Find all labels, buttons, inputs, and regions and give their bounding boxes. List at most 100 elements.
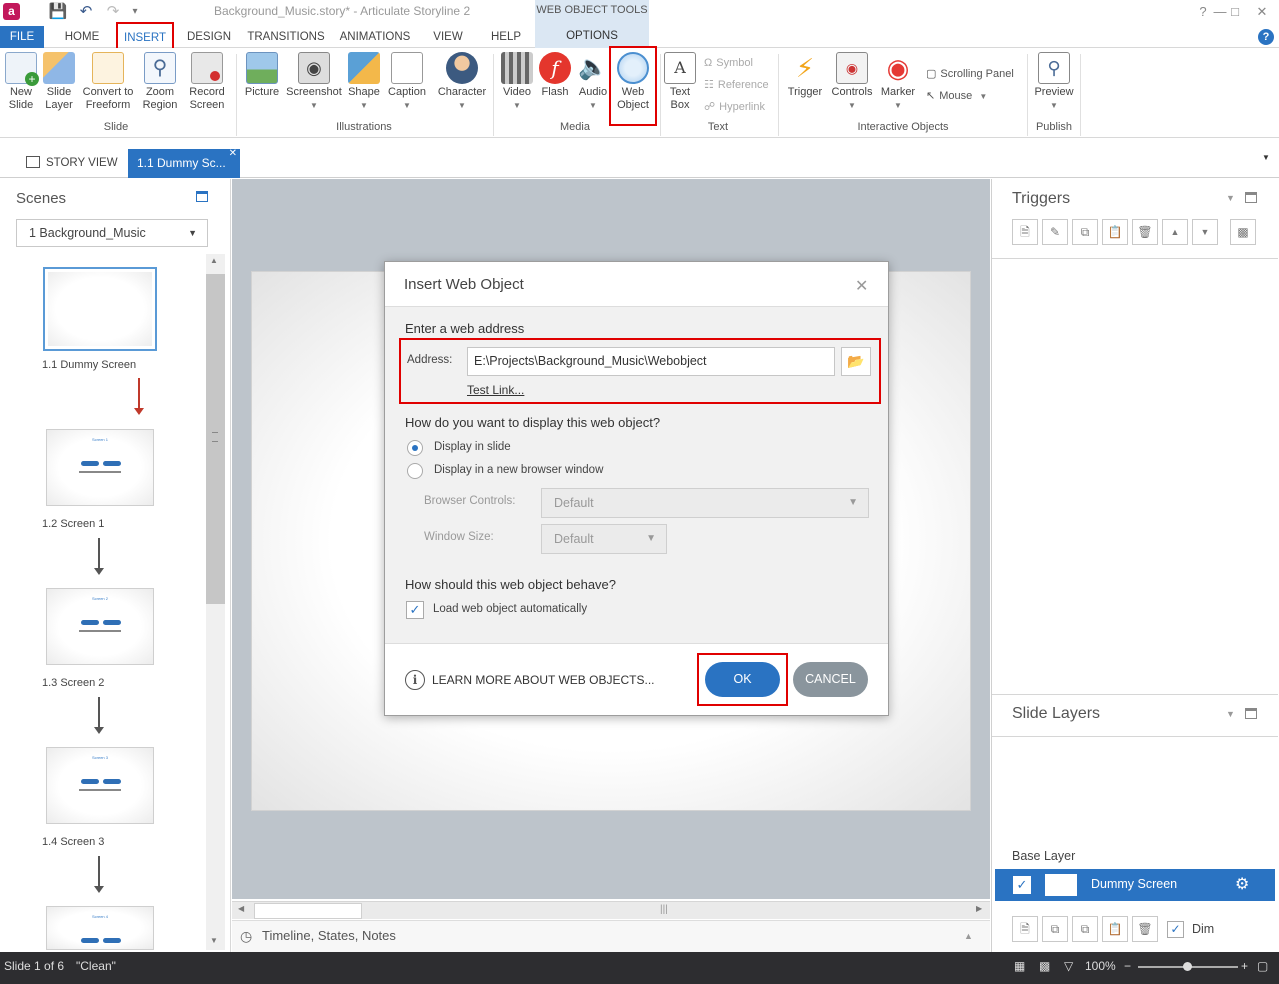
slide-thumbnail[interactable]: Screen 2 xyxy=(46,588,154,665)
zoom-out-icon[interactable]: − xyxy=(1124,952,1131,980)
scroll-right-icon[interactable]: ▶ xyxy=(976,904,982,913)
triggers-collapse-icon[interactable]: ▼ xyxy=(1226,193,1235,203)
zoom-region-button[interactable]: ⚲ Zoom Region xyxy=(140,52,180,122)
radio-display-in-slide[interactable] xyxy=(407,440,423,456)
character-button[interactable]: Character ▼ xyxy=(435,52,489,122)
reference-button[interactable]: ☷ Reference xyxy=(704,76,769,94)
scrolling-panel-button[interactable]: ▢ Scrolling Panel xyxy=(926,65,1014,83)
new-layer-button[interactable]: 🗎 xyxy=(1012,916,1038,942)
expand-timeline-icon[interactable]: ▲ xyxy=(964,921,973,951)
tab-home[interactable]: HOME xyxy=(58,26,106,48)
timeline-bar[interactable]: ◷ Timeline, States, Notes ▲ xyxy=(232,920,990,952)
radio-new-window[interactable] xyxy=(407,463,423,479)
triggers-restore-icon[interactable] xyxy=(1245,192,1257,203)
fit-to-window-icon[interactable]: ▢ xyxy=(1257,952,1268,980)
canvas-horizontal-scrollbar[interactable]: ◀ ▶ ||| xyxy=(232,901,990,919)
tab-view[interactable]: VIEW xyxy=(428,26,468,48)
dim-checkbox[interactable]: ✓ xyxy=(1167,921,1184,938)
player-triggers-button[interactable]: ▩ xyxy=(1230,219,1256,245)
shape-button[interactable]: Shape ▼ xyxy=(346,52,382,122)
scene-dropdown[interactable]: 1 Background_Music ▼ xyxy=(16,219,208,247)
flash-button[interactable]: f Flash xyxy=(537,52,573,122)
copy-trigger-button[interactable]: ⧉ xyxy=(1072,219,1098,245)
gear-icon[interactable]: ⚙ xyxy=(1235,874,1249,894)
address-input[interactable]: E:\Projects\Background_Music\Webobject xyxy=(467,347,835,376)
move-up-button[interactable]: ▲ xyxy=(1162,219,1188,245)
scroll-down-icon[interactable]: ▼ xyxy=(210,936,218,945)
scroll-up-icon[interactable]: ▲ xyxy=(210,256,218,265)
zoom-in-icon[interactable]: + xyxy=(1241,952,1248,980)
slide-thumbnail[interactable] xyxy=(43,267,157,351)
tab-current-slide[interactable]: 1.1 Dummy Sc... ✕ xyxy=(128,148,240,178)
panel-resize-grip[interactable] xyxy=(212,432,218,442)
ok-button[interactable]: OK xyxy=(705,662,780,697)
duplicate-layer-button[interactable]: ⧉ xyxy=(1042,916,1068,942)
scenes-scrollbar[interactable]: ▲ ▼ xyxy=(206,254,225,950)
browser-controls-dropdown[interactable]: Default ▼ xyxy=(541,488,869,518)
mouse-button[interactable]: ↖ Mouse ▼ xyxy=(926,87,987,105)
symbol-button[interactable]: Ω Symbol xyxy=(704,54,753,72)
tab-file[interactable]: FILE xyxy=(0,26,44,48)
marker-button[interactable]: ◉ Marker ▼ xyxy=(878,52,918,122)
zoom-slider-handle[interactable] xyxy=(1183,962,1192,971)
scrollbar-thumb[interactable] xyxy=(254,903,362,919)
delete-layer-button[interactable]: 🗑 xyxy=(1132,916,1158,942)
tab-overflow-icon[interactable]: ▼ xyxy=(1262,153,1270,162)
slide-layer-button[interactable]: Slide Layer xyxy=(42,52,76,122)
help-icon[interactable]: ? xyxy=(1258,29,1274,45)
restore-panel-icon[interactable] xyxy=(196,191,208,202)
new-window-label[interactable]: Display in a new browser window xyxy=(434,464,603,476)
tab-transitions[interactable]: TRANSITIONS xyxy=(245,26,327,48)
tab-options[interactable]: OPTIONS xyxy=(535,30,649,42)
close-icon[interactable]: ✕ xyxy=(1249,2,1275,22)
cancel-button[interactable]: CANCEL xyxy=(793,662,868,697)
paste-layer-button[interactable]: 📋 xyxy=(1102,916,1128,942)
folder-icon[interactable]: 📂 xyxy=(841,347,871,376)
convert-to-freeform-button[interactable]: Convert to Freeform xyxy=(80,52,136,122)
close-tab-icon[interactable]: ✕ xyxy=(229,140,237,168)
camera-icon: ◉ xyxy=(298,52,330,84)
layers-restore-icon[interactable] xyxy=(1245,708,1257,719)
tab-help[interactable]: HELP xyxy=(486,26,526,48)
controls-button[interactable]: ◉ Controls ▼ xyxy=(828,52,876,122)
normal-view-icon[interactable]: ▦ xyxy=(1014,952,1025,980)
tab-animations[interactable]: ANIMATIONS xyxy=(336,26,414,48)
window-size-dropdown[interactable]: Default ▼ xyxy=(541,524,667,554)
filter-icon[interactable]: ▽ xyxy=(1064,952,1073,980)
paste-trigger-button[interactable]: 📋 xyxy=(1102,219,1128,245)
picture-button[interactable]: Picture xyxy=(242,52,282,122)
notes-view-icon[interactable]: ▩ xyxy=(1039,952,1050,980)
layers-collapse-icon[interactable]: ▼ xyxy=(1226,709,1235,719)
checkmark-icon[interactable]: ✓ xyxy=(1013,876,1031,894)
screenshot-button[interactable]: ◉ Screenshot ▼ xyxy=(284,52,344,122)
maximize-icon[interactable]: □ xyxy=(1222,2,1248,22)
caption-button[interactable]: Caption ▼ xyxy=(385,52,429,122)
dialog-close-icon[interactable]: ✕ xyxy=(855,276,868,296)
slide-thumbnail[interactable]: Screen 4 xyxy=(46,906,154,950)
delete-trigger-button[interactable]: 🗑 xyxy=(1132,219,1158,245)
new-slide-button[interactable]: + New Slide xyxy=(3,52,39,122)
tab-design[interactable]: DESIGN xyxy=(182,26,236,48)
load-automatically-checkbox[interactable]: ✓ xyxy=(406,601,424,619)
slide-thumbnail[interactable]: Screen 3 xyxy=(46,747,154,824)
slide-thumbnail[interactable]: Screen 1 xyxy=(46,429,154,506)
audio-button[interactable]: 🔈 Audio ▼ xyxy=(575,52,611,122)
tab-story-view[interactable]: STORY VIEW xyxy=(18,150,118,176)
move-down-button[interactable]: ▼ xyxy=(1192,219,1218,245)
learn-more-link[interactable]: LEARN MORE ABOUT WEB OBJECTS... xyxy=(432,673,655,687)
record-screen-button[interactable]: Record Screen xyxy=(184,52,230,122)
video-button[interactable]: Video ▼ xyxy=(497,52,537,122)
new-trigger-button[interactable]: 🗎 xyxy=(1012,219,1038,245)
scroll-left-icon[interactable]: ◀ xyxy=(238,904,244,913)
trigger-button[interactable]: ⚡ Trigger xyxy=(784,52,826,122)
base-layer-row[interactable]: ✓ Dummy Screen ⚙ xyxy=(995,869,1275,901)
edit-trigger-button[interactable]: ✎ xyxy=(1042,219,1068,245)
hyperlink-button[interactable]: ☍ Hyperlink xyxy=(704,98,765,116)
text-box-button[interactable]: A Text Box xyxy=(662,52,698,122)
display-in-slide-label[interactable]: Display in slide xyxy=(434,441,511,453)
load-automatically-label[interactable]: Load web object automatically xyxy=(433,603,587,615)
test-link[interactable]: Test Link... xyxy=(467,383,524,397)
web-object-button[interactable]: Web Object xyxy=(609,46,657,126)
preview-button[interactable]: ⚲ Preview ▼ xyxy=(1032,52,1076,122)
copy-layer-button[interactable]: ⧉ xyxy=(1072,916,1098,942)
